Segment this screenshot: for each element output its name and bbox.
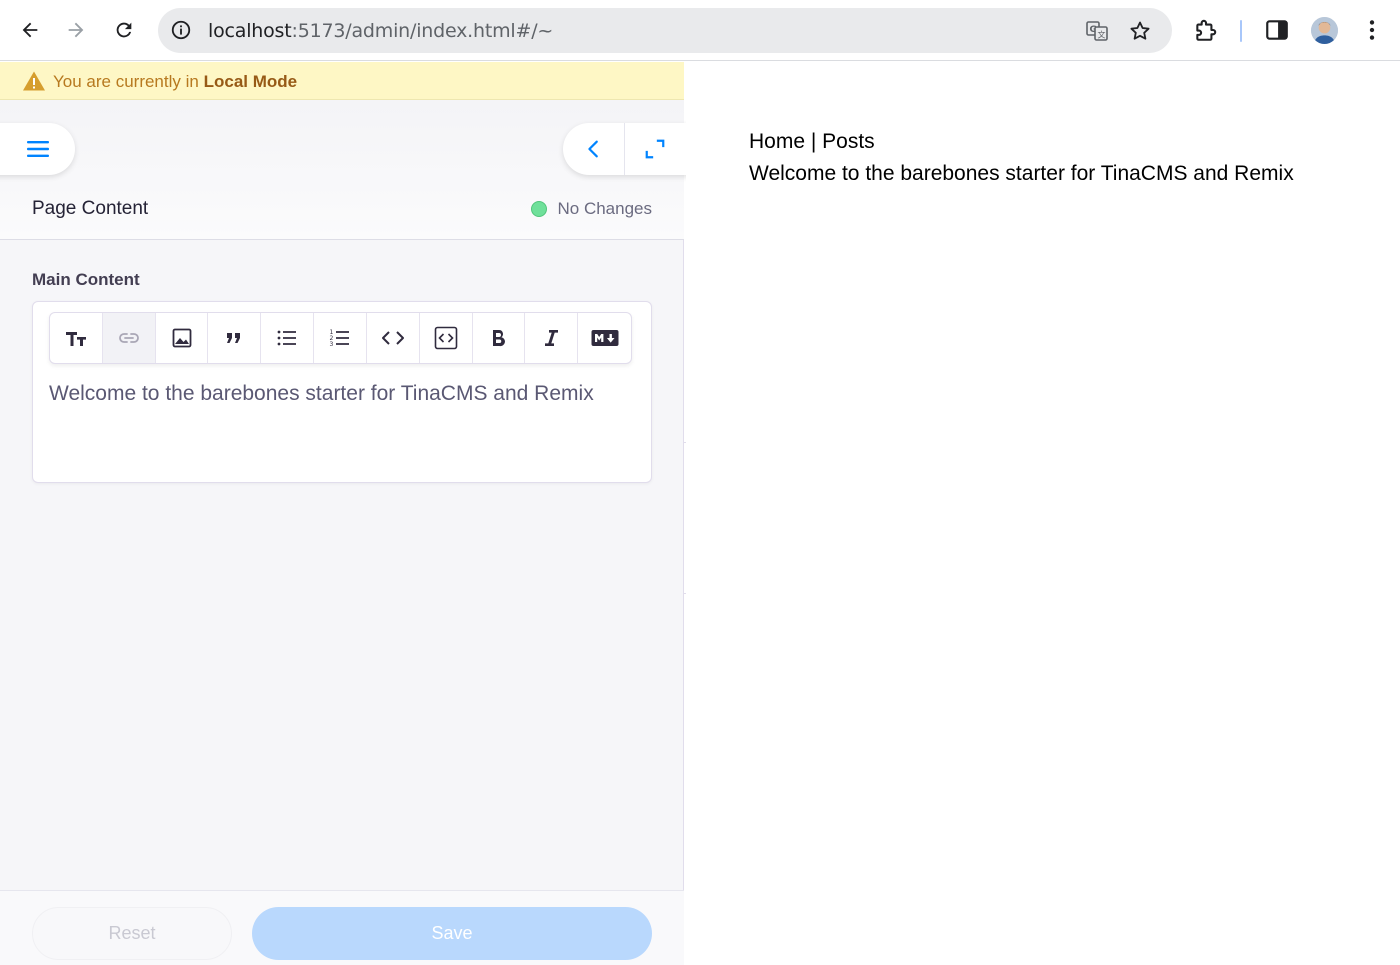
chevron-left-icon xyxy=(587,140,598,158)
browser-menu-icon[interactable] xyxy=(1359,17,1385,43)
form-footer: Reset Save xyxy=(0,890,684,965)
reload-button[interactable] xyxy=(106,12,142,48)
heading-button[interactable] xyxy=(50,313,103,363)
side-panel-icon[interactable] xyxy=(1264,17,1290,43)
save-status: No Changes xyxy=(531,199,652,219)
code-block-button[interactable] xyxy=(420,313,473,363)
cms-sidebar: You are currently in Local Mode Page Con… xyxy=(0,62,693,965)
markdown-button[interactable] xyxy=(578,313,631,363)
arrow-left-icon xyxy=(22,22,38,38)
code-button[interactable] xyxy=(367,313,420,363)
bold-icon xyxy=(493,330,506,347)
status-text: No Changes xyxy=(557,199,652,218)
ordered-list-icon: 123 xyxy=(329,329,349,348)
expand-icon xyxy=(645,139,665,159)
menu-button[interactable] xyxy=(0,123,75,175)
save-button[interactable]: Save xyxy=(252,907,652,960)
svg-text:3: 3 xyxy=(329,341,333,348)
image-icon xyxy=(172,328,191,348)
bullet-list-icon xyxy=(277,330,297,346)
image-button[interactable] xyxy=(156,313,209,363)
url-text[interactable]: localhost:5173/admin/index.html#/~ xyxy=(208,20,553,42)
address-bar[interactable]: localhost:5173/admin/index.html#/~ G文 xyxy=(158,8,1172,53)
bold-button[interactable] xyxy=(473,313,526,363)
translate-icon[interactable]: G文 xyxy=(1085,19,1109,43)
panel-controls xyxy=(563,123,693,175)
quote-button[interactable] xyxy=(208,313,262,363)
browser-toolbar: localhost:5173/admin/index.html#/~ G文 xyxy=(0,0,1400,61)
bookmark-star-icon[interactable] xyxy=(1128,19,1152,43)
heading-icon xyxy=(65,332,86,346)
site-preview: Home | Posts Welcome to the barebones st… xyxy=(686,62,1400,965)
local-mode-banner: You are currently in Local Mode xyxy=(0,62,684,100)
reload-icon xyxy=(116,22,132,38)
avatar-icon xyxy=(1311,17,1338,44)
italic-icon xyxy=(545,330,559,346)
warning-icon xyxy=(23,71,45,91)
quote-icon xyxy=(227,333,241,343)
extensions-icon[interactable] xyxy=(1193,17,1219,43)
reset-button[interactable]: Reset xyxy=(32,907,232,960)
forward-button[interactable] xyxy=(58,12,94,48)
italic-button[interactable] xyxy=(525,313,579,363)
link-button[interactable] xyxy=(102,313,156,363)
back-button[interactable] xyxy=(12,12,48,48)
editor-toolbar: 123 xyxy=(49,312,632,364)
arrow-right-icon xyxy=(68,22,84,38)
profile-avatar[interactable] xyxy=(1311,17,1338,44)
code-block-icon xyxy=(434,326,457,350)
expand-button[interactable] xyxy=(624,123,685,175)
hamburger-icon xyxy=(26,141,49,157)
editor-content[interactable]: Welcome to the barebones starter for Tin… xyxy=(49,382,594,406)
preview-nav[interactable]: Home | Posts xyxy=(749,130,875,154)
toolbar-divider xyxy=(1240,20,1242,42)
form-header: Page Content No Changes xyxy=(0,100,693,240)
rich-text-editor[interactable]: 123 Welcome to the barebones starter for… xyxy=(32,301,652,483)
page-title: Page Content xyxy=(32,198,149,219)
code-icon xyxy=(381,331,404,345)
markdown-icon xyxy=(591,330,619,346)
status-dot xyxy=(531,201,548,217)
banner-mode: Local Mode xyxy=(203,72,298,91)
banner-text: You are currently in Local Mode xyxy=(53,72,298,91)
collapse-sidebar-button[interactable] xyxy=(563,123,624,175)
bullet-list-button[interactable] xyxy=(261,313,315,363)
link-icon xyxy=(118,333,139,343)
ordered-list-button[interactable]: 123 xyxy=(314,313,367,363)
svg-text:文: 文 xyxy=(1098,30,1106,40)
field-label: Main Content xyxy=(32,270,140,289)
preview-message: Welcome to the barebones starter for Tin… xyxy=(749,162,1294,185)
site-info-icon[interactable] xyxy=(170,19,192,41)
